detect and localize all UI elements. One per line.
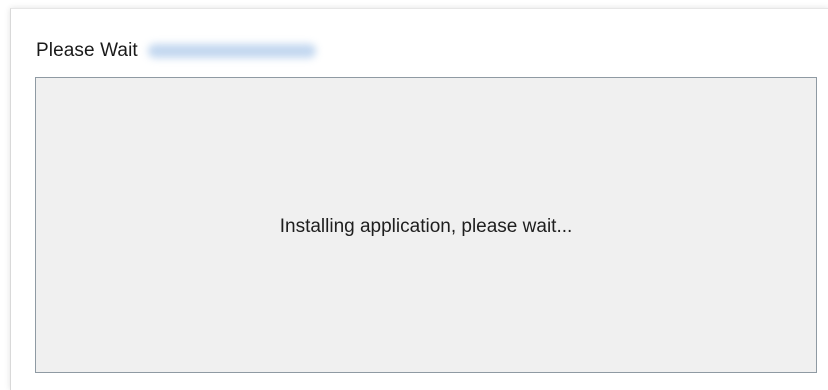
dialog-title-bar: Please Wait <box>36 38 316 64</box>
please-wait-dialog: Please Wait Installing application, plea… <box>10 8 828 390</box>
status-message: Installing application, please wait... <box>279 216 573 237</box>
dialog-title: Please Wait <box>36 40 138 61</box>
redacted-title-suffix <box>147 44 316 58</box>
status-panel: Installing application, please wait... <box>35 77 817 373</box>
